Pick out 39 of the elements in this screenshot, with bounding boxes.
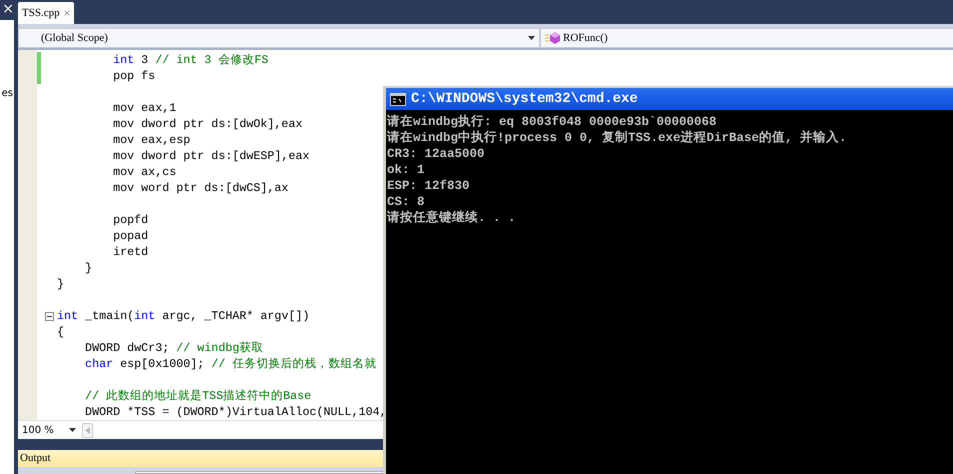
code-line: } — [57, 276, 64, 292]
code-line: mov dword ptr ds:[dwOk],eax — [112, 116, 302, 132]
console-line: ok: 1 — [387, 162, 426, 178]
console-line: CR3: 12aa5000 — [387, 146, 486, 162]
file-tab[interactable]: TSS.cpp × — [18, 2, 74, 24]
console-line: CS: 8 — [387, 194, 425, 210]
console-icon — [390, 92, 406, 106]
cube-icon — [545, 32, 561, 44]
close-icon[interactable]: × — [64, 6, 70, 20]
caret-icon — [528, 36, 535, 40]
console-line: ESP: 12f830 — [387, 178, 471, 194]
code-line: { — [57, 324, 64, 340]
console-line: 请在windbg中执行!process 0 0, 复制TSS.exe进程DirBase的值, 并输入. — [387, 130, 848, 146]
code-line: iretd — [112, 244, 148, 260]
close-icon[interactable]: × — [0, 0, 14, 20]
arrow-icon — [85, 426, 90, 434]
code-line: mov dword ptr ds:[dwESP],eax — [112, 148, 310, 164]
code-line: pop fs — [112, 68, 156, 84]
code-line: int _tmain(int argc, _TCHAR* argv[]) — [57, 308, 310, 324]
scope-dropdown[interactable]: (Global Scope) — [18, 28, 540, 48]
console-line: 请按任意键继续. . . — [387, 210, 517, 226]
code-line: popad — [112, 228, 148, 244]
panel-label: es — [2, 88, 13, 99]
code-line: mov eax,esp — [112, 132, 190, 148]
window-title: C:\WINDOWS\system32\cmd.exe — [386, 88, 953, 110]
console-line: 请在windbg执行: eq 8003f048 0000e93b`00000068 — [387, 114, 718, 130]
caret-icon — [69, 428, 76, 432]
code-line: mov word ptr ds:[dwCS],ax — [112, 180, 288, 196]
code-line: } — [84, 260, 92, 276]
code-line: mov ax,cs — [112, 164, 176, 180]
collapse-icon[interactable] — [45, 312, 54, 320]
code-line: int 3 // int 3 会修改FS — [112, 52, 268, 68]
code-line: popfd — [112, 212, 148, 228]
code-line: char esp[0x1000]; // 任务切换后的栈，数组名就 — [84, 356, 376, 372]
code-line: DWORD dwCr3; // windbg获取 — [84, 340, 264, 356]
code-line: DWORD *TSS = (DWORD*)VirtualAlloc(NULL,104, — [84, 404, 387, 420]
code-line: // 此数组的地址就是TSS描述符中的Base — [84, 388, 312, 404]
member-dropdown[interactable]: ROFunc() — [540, 28, 953, 48]
code-line: mov eax,1 — [112, 100, 176, 116]
